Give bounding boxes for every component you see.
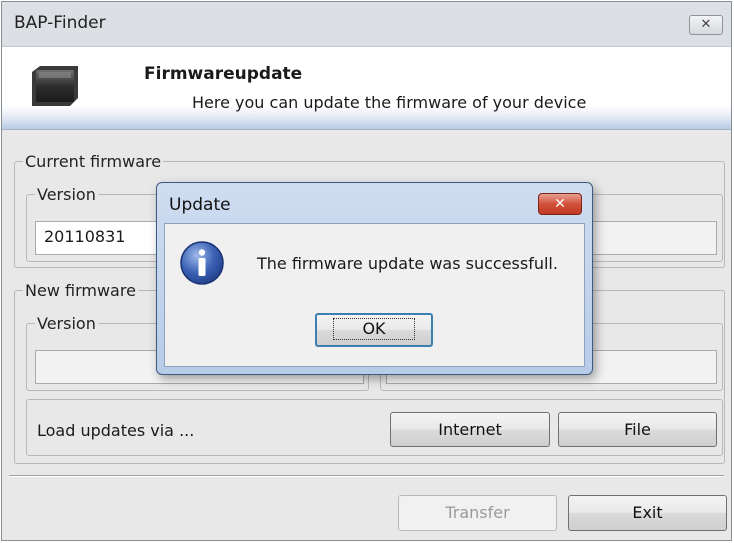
exit-button[interactable]: Exit xyxy=(568,495,727,531)
close-icon: ✕ xyxy=(554,196,566,212)
current-firmware-legend: Current firmware xyxy=(25,152,162,171)
new-firmware-legend: New firmware xyxy=(25,281,136,300)
current-version-value: 20110831 xyxy=(44,227,126,246)
ok-button-label: OK xyxy=(333,318,415,340)
ok-button[interactable]: OK xyxy=(315,313,433,347)
load-updates-label: Load updates via ... xyxy=(37,421,195,440)
new-version-legend: Version xyxy=(37,314,96,333)
window-title: BAP-Finder xyxy=(14,13,106,33)
title-bar[interactable]: BAP-Finder ✕ xyxy=(2,2,731,47)
header-banner: Firmwareupdate Here you can update the f… xyxy=(2,47,731,130)
dialog-close-button[interactable]: ✕ xyxy=(538,193,582,215)
transfer-button[interactable]: Transfer xyxy=(398,495,557,531)
header-subtitle: Here you can update the firmware of your… xyxy=(192,93,587,112)
dialog-body: The firmware update was successfull. OK xyxy=(164,223,585,367)
current-version-legend: Version xyxy=(37,185,96,204)
dialog-title: Update xyxy=(169,195,231,215)
update-dialog: Update ✕ The firmware update was success… xyxy=(156,182,593,375)
chip-icon xyxy=(32,66,78,106)
internet-button[interactable]: Internet xyxy=(390,412,550,447)
footer-separator xyxy=(9,475,724,477)
dialog-message: The firmware update was successfull. xyxy=(257,254,558,273)
window-close-button[interactable]: ✕ xyxy=(689,15,723,35)
info-icon xyxy=(180,241,224,285)
header-title: Firmwareupdate xyxy=(144,64,303,84)
file-button[interactable]: File xyxy=(558,412,717,447)
close-icon: ✕ xyxy=(700,17,712,32)
